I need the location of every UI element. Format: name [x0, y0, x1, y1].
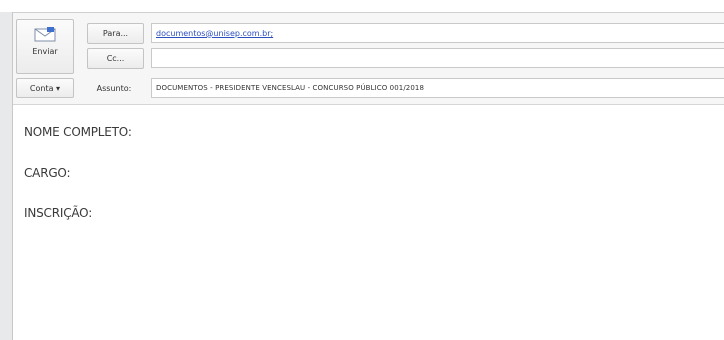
to-recipient[interactable]: documentos@unisep.com.br;: [156, 29, 273, 38]
body-line-name: NOME COMPLETO:: [24, 125, 132, 139]
body-line-inscricao: INSCRIÇÃO:: [24, 206, 93, 220]
message-body[interactable]: [14, 105, 724, 340]
send-icon: [34, 27, 56, 42]
to-button[interactable]: Para...: [87, 23, 144, 44]
left-panel-strip: [0, 12, 13, 340]
body-line-cargo: CARGO:: [24, 166, 71, 180]
cc-field[interactable]: [151, 48, 724, 68]
subject-field[interactable]: DOCUMENTOS - PRESIDENTE VENCESLAU - CONC…: [151, 78, 724, 98]
cc-button[interactable]: Cc...: [87, 48, 144, 69]
subject-label: Assunto:: [96, 83, 132, 93]
send-label: Enviar: [32, 47, 58, 56]
send-button[interactable]: Enviar: [16, 19, 74, 74]
window-top-edge: [0, 0, 724, 12]
to-field[interactable]: documentos@unisep.com.br;: [151, 23, 724, 43]
account-button[interactable]: Conta ▾: [16, 78, 74, 98]
